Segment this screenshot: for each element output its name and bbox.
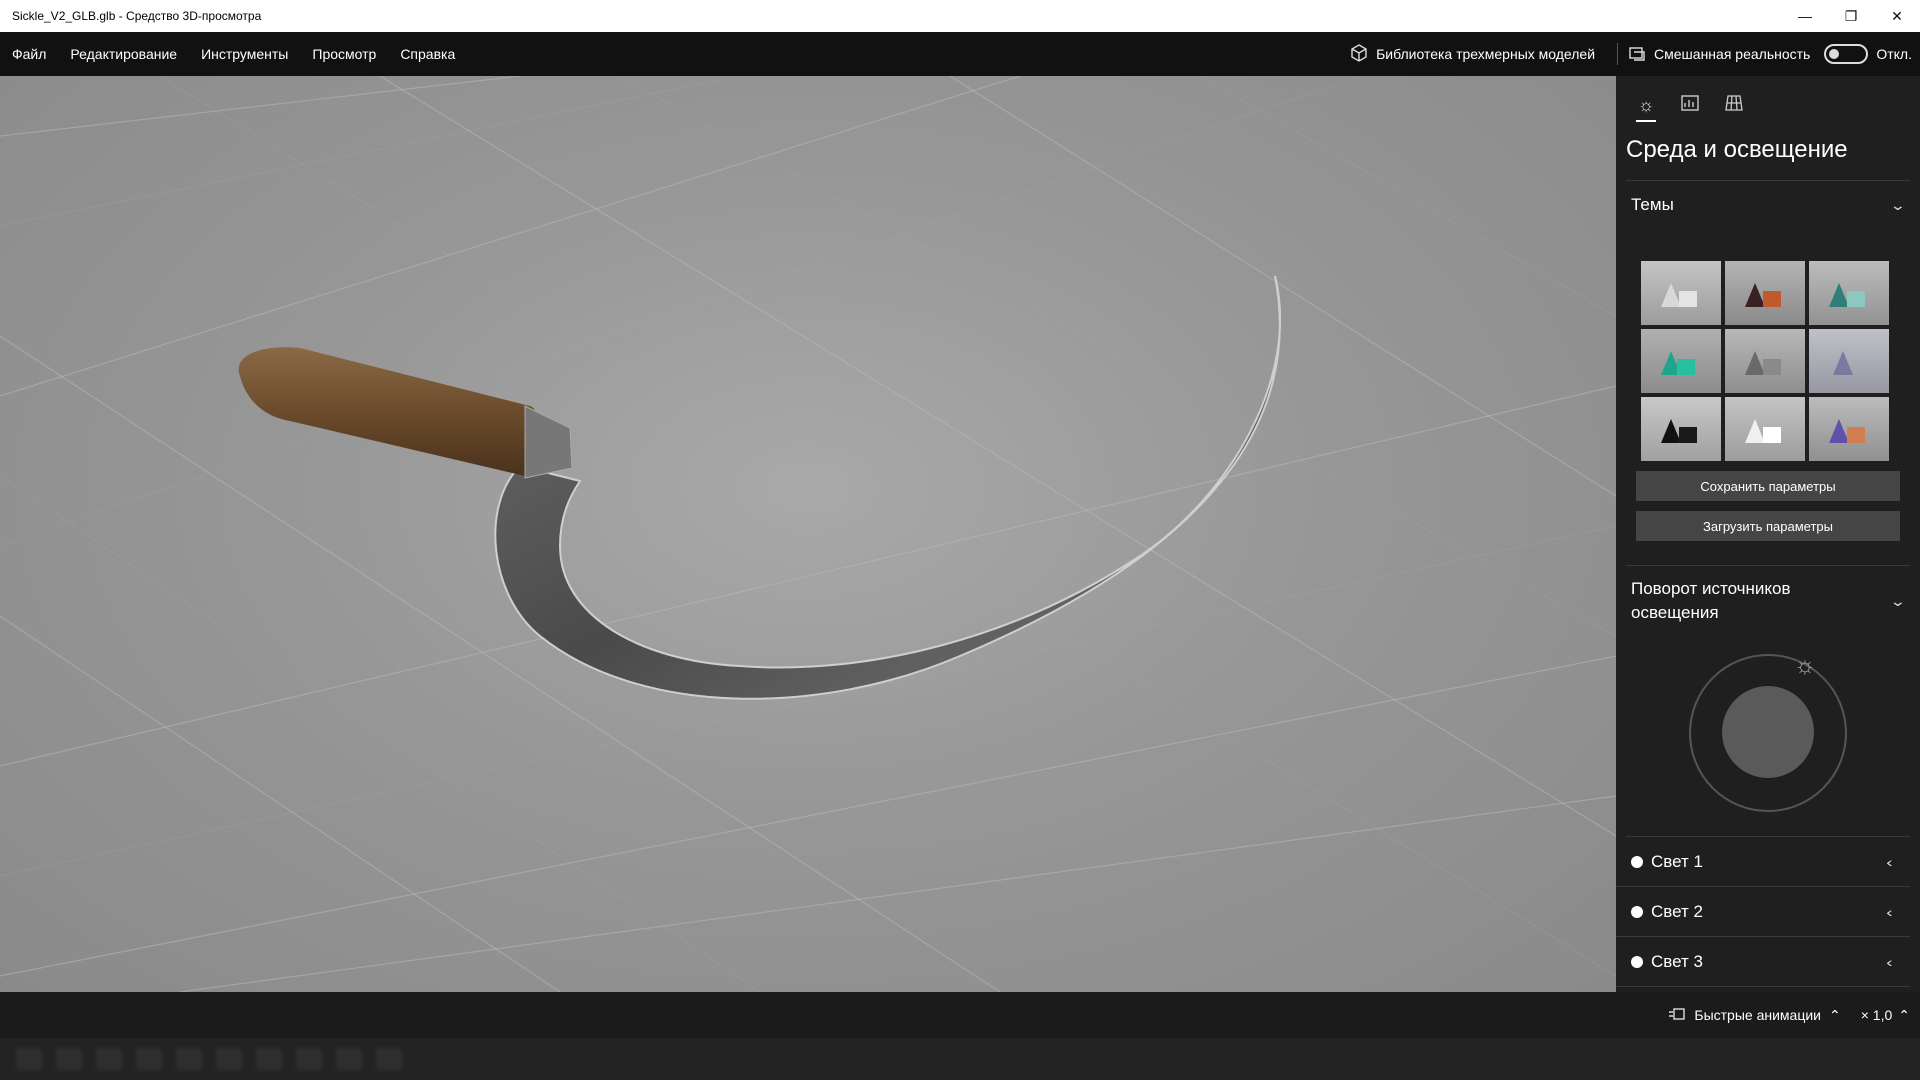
- speed-value: × 1,0: [1860, 1007, 1893, 1023]
- title-bar: Sickle_V2_GLB.glb - Средство 3D-просмотр…: [0, 0, 1920, 32]
- cube-icon: [1350, 43, 1368, 65]
- close-button[interactable]: ✕: [1874, 0, 1920, 32]
- theme-thumb-1[interactable]: [1641, 261, 1721, 325]
- menu-divider: [1617, 43, 1619, 65]
- 3d-viewport[interactable]: [0, 76, 1616, 992]
- menu-edit[interactable]: Редактирование: [58, 32, 189, 76]
- themes-label: Темы: [1631, 195, 1674, 214]
- tab-grid[interactable]: [1714, 88, 1754, 122]
- sun-icon: ☼: [1637, 94, 1655, 115]
- chevron-up-icon: ⌃: [1898, 1006, 1910, 1023]
- light-label: Свет 2: [1651, 901, 1703, 921]
- stats-icon: [1681, 94, 1699, 116]
- start-icon[interactable]: [16, 1048, 42, 1070]
- chevron-down-icon: ⌄: [1889, 592, 1907, 609]
- taskbar-app-icon[interactable]: [136, 1048, 162, 1070]
- light-label: Свет 3: [1651, 951, 1703, 971]
- load-settings-button[interactable]: Загрузить параметры: [1636, 511, 1900, 541]
- environment-panel: ☼ Среда и освещение Темы ⌄ Сохранить пар…: [1616, 76, 1920, 992]
- floor-grid-fine: [0, 76, 1616, 992]
- chevron-up-icon: ⌃: [1829, 1006, 1841, 1023]
- panel-title: Среда и освещение: [1626, 136, 1848, 163]
- window-title: Sickle_V2_GLB.glb - Средство 3D-просмотр…: [12, 9, 262, 23]
- theme-thumb-4[interactable]: [1641, 329, 1721, 393]
- sickle-blade: [494, 275, 1282, 700]
- chevron-down-icon: ⌄: [1889, 196, 1907, 213]
- light-rotation-dial[interactable]: ☼: [1616, 636, 1920, 836]
- mixed-reality-state: Откл.: [1876, 46, 1912, 62]
- light-row-3[interactable]: Свет 3 ‹: [1616, 937, 1910, 987]
- menu-view[interactable]: Просмотр: [300, 32, 388, 76]
- theme-thumb-5[interactable]: [1725, 329, 1805, 393]
- taskbar: [0, 1038, 1920, 1080]
- mixed-reality-label: Смешанная реальность: [1654, 46, 1811, 62]
- themes-grid: [1616, 261, 1920, 461]
- grid-icon: [1725, 94, 1743, 116]
- taskbar-app-icon[interactable]: [296, 1048, 322, 1070]
- restore-button[interactable]: ❐: [1828, 0, 1874, 32]
- sun-icon[interactable]: ☼: [1794, 652, 1816, 680]
- mixed-reality-control[interactable]: Смешанная реальность Откл.: [1628, 44, 1920, 65]
- theme-thumb-3[interactable]: [1809, 261, 1889, 325]
- menu-file[interactable]: Файл: [0, 32, 58, 76]
- tab-statistics[interactable]: [1670, 88, 1710, 122]
- tab-environment[interactable]: ☼: [1626, 88, 1666, 122]
- taskbar-app-icon[interactable]: [336, 1048, 362, 1070]
- theme-thumb-8[interactable]: [1725, 397, 1805, 461]
- playback-speed[interactable]: × 1,0 ⌃: [1861, 1007, 1910, 1024]
- light-label: Свет 1: [1651, 851, 1703, 871]
- quick-animations-button[interactable]: Быстрые анимации ⌃: [1668, 1006, 1841, 1024]
- chevron-left-icon: ‹: [1886, 853, 1893, 870]
- light-color-dot: [1631, 855, 1643, 868]
- taskbar-app-icon[interactable]: [216, 1048, 242, 1070]
- chevron-left-icon: ‹: [1886, 903, 1893, 920]
- taskbar-app-icon[interactable]: [56, 1048, 82, 1070]
- taskbar-app-icon[interactable]: [376, 1048, 402, 1070]
- light-row-2[interactable]: Свет 2 ‹: [1616, 887, 1910, 937]
- viewport-scene: [0, 76, 1616, 992]
- minimize-button[interactable]: —: [1782, 0, 1828, 32]
- menu-tools[interactable]: Инструменты: [189, 32, 300, 76]
- floor-grid: [0, 76, 1616, 992]
- light-rotation-header[interactable]: Поворот источников освещения ⌄: [1616, 566, 1920, 636]
- light-color-dot: [1631, 905, 1643, 918]
- theme-thumb-2[interactable]: [1725, 261, 1805, 325]
- sickle-handle: [238, 347, 573, 479]
- quick-animations-label: Быстрые анимации: [1694, 1007, 1821, 1023]
- 3d-library-button[interactable]: Библиотека трехмерных моделей: [1338, 32, 1607, 76]
- taskbar-app-icon[interactable]: [96, 1048, 122, 1070]
- mixed-reality-icon: [1628, 44, 1646, 65]
- animation-icon: [1668, 1007, 1686, 1024]
- theme-thumb-9[interactable]: [1809, 397, 1889, 461]
- theme-thumb-7[interactable]: [1641, 397, 1721, 461]
- light-row-1[interactable]: Свет 1 ‹: [1616, 837, 1910, 887]
- save-settings-button[interactable]: Сохранить параметры: [1636, 471, 1900, 501]
- theme-thumb-6[interactable]: [1809, 329, 1889, 393]
- taskbar-app-icon[interactable]: [176, 1048, 202, 1070]
- taskbar-app-icon[interactable]: [256, 1048, 282, 1070]
- light-rotation-label: Поворот источников освещения: [1631, 579, 1791, 622]
- menu-bar: Файл Редактирование Инструменты Просмотр…: [0, 32, 1920, 76]
- mixed-reality-toggle[interactable]: [1824, 44, 1869, 64]
- panel-tabs: ☼: [1616, 76, 1920, 122]
- chevron-left-icon: ‹: [1886, 953, 1893, 970]
- menu-help[interactable]: Справка: [388, 32, 467, 76]
- 3d-library-label: Библиотека трехмерных моделей: [1376, 46, 1596, 62]
- themes-header[interactable]: Темы ⌄: [1616, 181, 1920, 229]
- status-bar: Быстрые анимации ⌃ × 1,0 ⌃: [0, 992, 1920, 1038]
- dial-sphere: [1722, 686, 1814, 778]
- light-color-dot: [1631, 955, 1643, 968]
